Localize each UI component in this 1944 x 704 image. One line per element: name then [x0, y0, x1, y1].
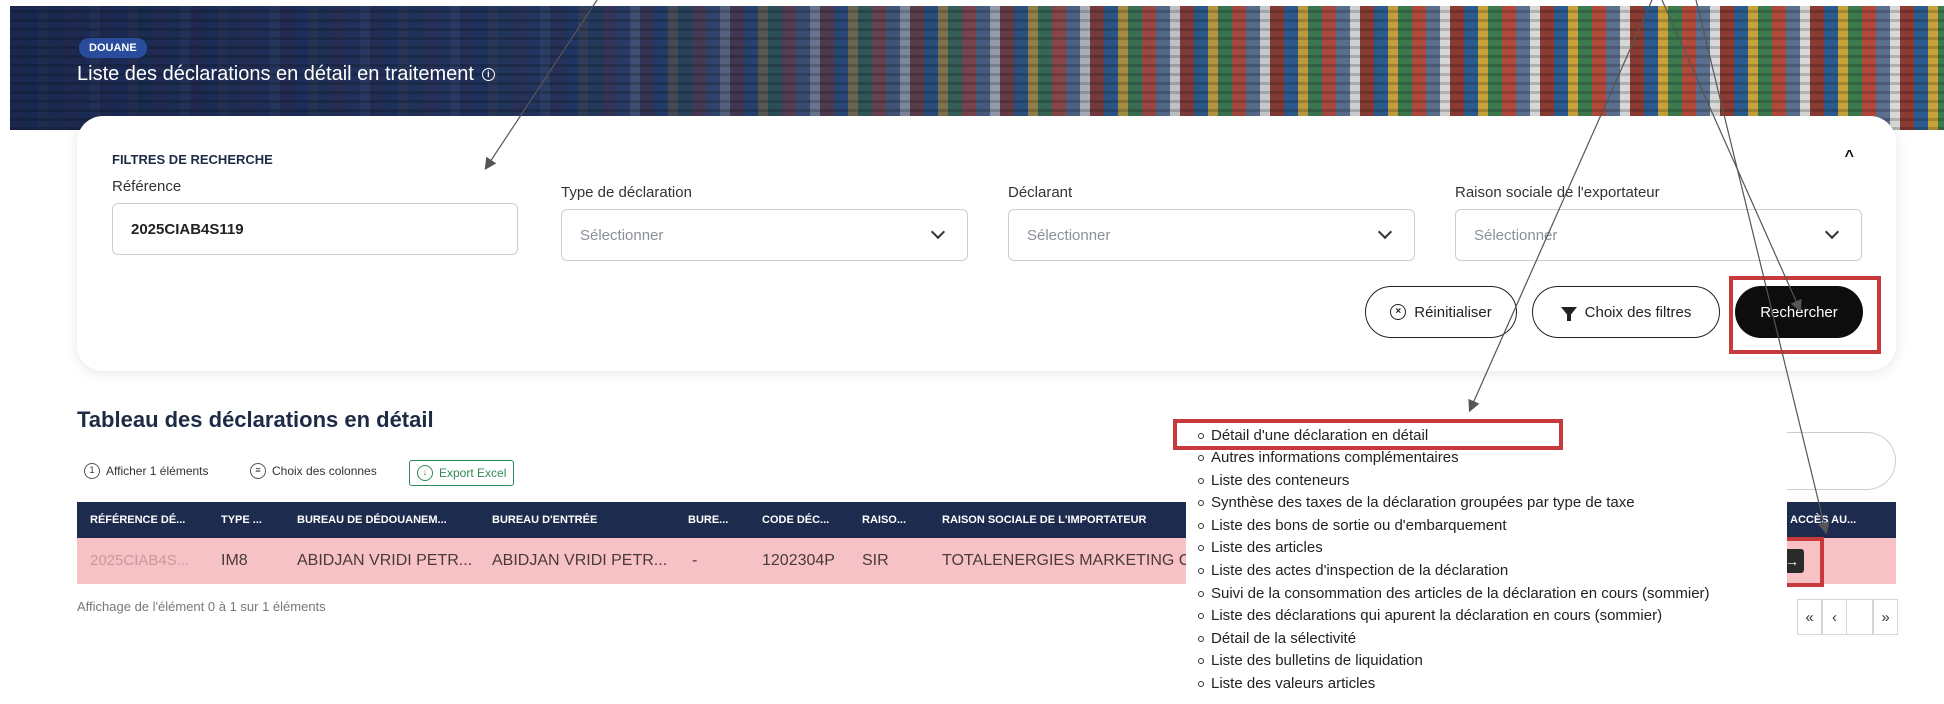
export-excel-label: Export Excel [439, 466, 507, 480]
cell-bureau-entree: ABIDJAN VRIDI PETR... [492, 552, 668, 569]
declarant-label: Déclarant [1008, 184, 1073, 201]
chevron-up-icon[interactable]: ^ [1845, 148, 1854, 166]
raison-sociale-placeholder: Sélectionner [1474, 226, 1558, 244]
bullet-icon [1198, 680, 1204, 687]
chevron-down-icon [1377, 224, 1393, 240]
menu-item[interactable]: Liste des bons de sortie ou d'embarqueme… [1198, 517, 1507, 534]
download-icon: ↓ [417, 465, 433, 481]
type-declaration-label: Type de déclaration [561, 184, 692, 201]
reference-label: Référence [112, 178, 182, 195]
col-header-bureau[interactable]: BURE... [688, 502, 728, 538]
funnel-icon [1560, 307, 1577, 321]
col-header-raison[interactable]: RAISO... [862, 502, 906, 538]
count-icon: 1 [84, 463, 100, 479]
declarant-select[interactable]: Sélectionner [1008, 209, 1415, 261]
table-title: Tableau des déclarations en détail [77, 407, 434, 432]
col-header-reference[interactable]: RÉFÉRENCE DÉ... [90, 502, 185, 538]
bullet-icon [1198, 499, 1204, 506]
menu-item-label: Liste des déclarations qui apurent la dé… [1211, 607, 1663, 624]
info-icon[interactable]: i [481, 68, 495, 81]
declaration-actions-menu: Détail d'une déclaration en détail Autre… [1186, 413, 1787, 704]
menu-item-label: Suivi de la consommation des articles de… [1211, 585, 1710, 602]
menu-item[interactable]: Liste des articles [1198, 539, 1323, 556]
col-header-importateur[interactable]: RAISON SOCIALE DE L'IMPORTATEUR [942, 502, 1147, 538]
pager-page[interactable] [1847, 599, 1873, 635]
bullet-icon [1198, 635, 1204, 642]
columns-icon: ≡ [250, 463, 266, 479]
menu-item-label: Liste des bulletins de liquidation [1211, 652, 1423, 669]
menu-item[interactable]: Liste des bulletins de liquidation [1198, 652, 1423, 669]
columns-choice-label: Choix des colonnes [272, 464, 377, 478]
menu-item-label: Liste des articles [1211, 539, 1323, 556]
bullet-icon [1198, 567, 1204, 574]
menu-item-label: Liste des bons de sortie ou d'embarqueme… [1211, 517, 1507, 534]
menu-item-label: Autres informations complémentaires [1211, 449, 1459, 466]
col-header-access[interactable]: ACCÈS AU... [1790, 502, 1856, 538]
bullet-icon [1198, 522, 1204, 529]
menu-item-label: Liste des conteneurs [1211, 472, 1350, 489]
col-header-type[interactable]: TYPE ... [221, 502, 262, 538]
col-header-bureau-entree[interactable]: BUREAU D'ENTRÉE [492, 502, 597, 538]
reference-input[interactable]: 2025CIAB4S119 [112, 203, 518, 255]
reset-button[interactable]: × Réinitialiser [1365, 286, 1517, 338]
menu-item[interactable]: Suivi de la consommation des articles de… [1198, 585, 1710, 602]
show-elements-label: Afficher 1 éléments [106, 464, 209, 478]
type-declaration-placeholder: Sélectionner [580, 226, 664, 244]
raison-sociale-label: Raison sociale de l'exportateur [1455, 184, 1660, 201]
chevron-down-icon [930, 224, 946, 240]
pager-prev[interactable]: ‹ [1822, 599, 1847, 635]
declarant-placeholder: Sélectionner [1027, 226, 1111, 244]
col-header-code-declarant[interactable]: CODE DÉC... [762, 502, 829, 538]
menu-item[interactable]: Liste des actes d'inspection de la décla… [1198, 562, 1508, 579]
filters-heading: FILTRES DE RECHERCHE [112, 152, 273, 167]
menu-item-label: Détail de la sélectivité [1211, 630, 1357, 647]
bullet-icon [1198, 454, 1204, 461]
reset-label: Réinitialiser [1414, 303, 1492, 321]
cell-importateur: TOTALENERGIES MARKETING C?I [942, 552, 1204, 569]
cell-raison: SIR [862, 552, 889, 569]
bullet-icon [1198, 612, 1204, 619]
douane-badge: DOUANE [79, 38, 147, 58]
bullet-icon [1198, 477, 1204, 484]
col-header-bureau-dedouanement[interactable]: BUREAU DE DÉDOUANEM... [297, 502, 447, 538]
pagination-info: Affichage de l'élément 0 à 1 sur 1 éléme… [77, 599, 326, 614]
cell-bureau: - [692, 552, 698, 569]
menu-item[interactable]: Détail de la sélectivité [1198, 630, 1356, 647]
filter-choice-button[interactable]: Choix des filtres [1532, 286, 1720, 338]
menu-item[interactable]: Autres informations complémentaires [1198, 449, 1459, 466]
filter-choice-label: Choix des filtres [1584, 303, 1692, 321]
bullet-icon [1198, 657, 1204, 664]
columns-choice-tool[interactable]: ≡ Choix des colonnes [250, 463, 377, 479]
chevron-down-icon [1824, 224, 1840, 240]
show-elements-tool[interactable]: 1 Afficher 1 éléments [84, 463, 209, 479]
reference-value: 2025CIAB4S119 [131, 220, 244, 238]
page-title: Liste des déclarations en détail en trai… [77, 63, 495, 86]
menu-item-label: Liste des valeurs articles [1211, 675, 1376, 692]
cell-reference: 2025CIAB4S... [90, 552, 190, 569]
menu-item[interactable]: Liste des conteneurs [1198, 472, 1349, 489]
cell-code-declarant: 1202304P [762, 552, 835, 569]
menu-item[interactable]: Synthèse des taxes de la déclaration gro… [1198, 494, 1635, 511]
reset-icon: × [1390, 304, 1407, 320]
cell-bureau-dedouanement: ABIDJAN VRIDI PETR... [297, 552, 473, 569]
menu-item-label: Synthèse des taxes de la déclaration gro… [1211, 494, 1635, 511]
page-title-text: Liste des déclarations en détail en trai… [77, 63, 474, 85]
cell-type: IM8 [221, 552, 248, 569]
highlight-search-button [1729, 276, 1881, 354]
menu-item[interactable]: Liste des déclarations qui apurent la dé… [1198, 607, 1662, 624]
export-excel-button[interactable]: ↓ Export Excel [409, 460, 515, 486]
menu-item[interactable]: Liste des valeurs articles [1198, 675, 1375, 692]
highlight-menu-item [1173, 419, 1563, 450]
bullet-icon [1198, 590, 1204, 597]
menu-item-label: Liste des actes d'inspection de la décla… [1211, 562, 1509, 579]
type-declaration-select[interactable]: Sélectionner [561, 209, 968, 261]
pager-last[interactable]: » [1873, 599, 1898, 635]
search-filters-card: FILTRES DE RECHERCHE ^ Référence 2025CIA… [77, 116, 1896, 371]
raison-sociale-select[interactable]: Sélectionner [1455, 209, 1862, 261]
pager-first[interactable]: « [1797, 599, 1822, 635]
bullet-icon [1198, 544, 1204, 551]
